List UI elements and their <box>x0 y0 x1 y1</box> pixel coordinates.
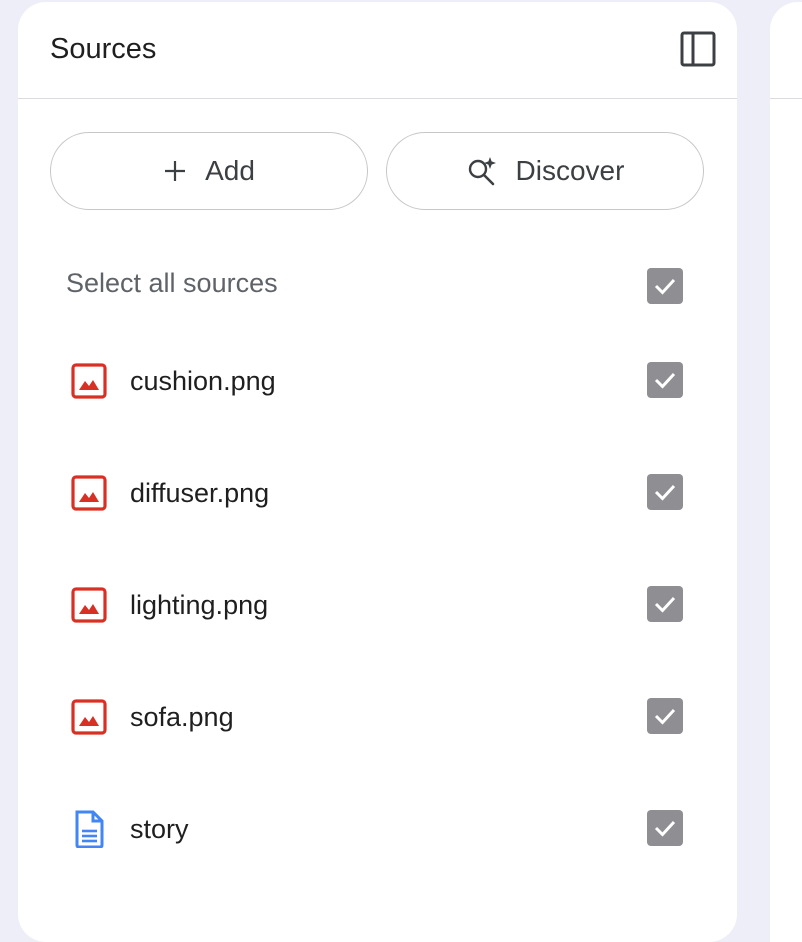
image-file-icon <box>70 586 108 624</box>
source-checkbox[interactable] <box>647 698 683 734</box>
checkmark-icon <box>654 708 676 725</box>
panel-header: Sources <box>18 2 737 99</box>
checkmark-icon <box>654 596 676 613</box>
source-checkbox[interactable] <box>647 474 683 510</box>
sparkle-search-icon <box>468 157 496 186</box>
plus-icon <box>165 161 186 181</box>
checkmark-icon <box>654 278 676 295</box>
select-all-row: Select all sources <box>66 260 683 312</box>
checkmark-icon <box>654 484 676 501</box>
add-button-label: Add <box>205 155 255 186</box>
sources-panel: Sources Add Discover Select all sources … <box>18 2 737 942</box>
image-file-icon <box>70 362 108 400</box>
document-icon <box>70 810 108 848</box>
sidebar-toggle-icon <box>680 31 716 67</box>
collapse-panel-button[interactable] <box>679 30 717 68</box>
source-checkbox[interactable] <box>647 810 683 846</box>
source-actions: Add Discover <box>50 132 705 212</box>
source-name: diffuser.png <box>130 478 270 508</box>
source-name: lighting.png <box>130 590 269 620</box>
source-item[interactable]: lighting.png <box>70 574 683 634</box>
source-name: sofa.png <box>130 702 234 732</box>
select-all-label: Select all sources <box>66 268 278 298</box>
source-name: story <box>130 814 189 844</box>
source-checkbox[interactable] <box>647 586 683 622</box>
add-source-button[interactable]: Add <box>50 132 368 210</box>
source-name: cushion.png <box>130 366 276 396</box>
adjacent-panel-edge <box>770 2 802 942</box>
discover-button-label: Discover <box>515 155 625 186</box>
divider <box>770 98 802 99</box>
discover-sources-button[interactable]: Discover <box>386 132 704 210</box>
select-all-checkbox[interactable] <box>647 268 683 304</box>
source-item[interactable]: story <box>70 798 683 858</box>
source-item[interactable]: sofa.png <box>70 686 683 746</box>
checkmark-icon <box>654 372 676 389</box>
checkmark-icon <box>654 820 676 837</box>
source-checkbox[interactable] <box>647 362 683 398</box>
source-item[interactable]: diffuser.png <box>70 462 683 522</box>
source-item[interactable]: cushion.png <box>70 350 683 410</box>
image-file-icon <box>70 474 108 512</box>
image-file-icon <box>70 698 108 736</box>
panel-title: Sources <box>50 33 157 65</box>
